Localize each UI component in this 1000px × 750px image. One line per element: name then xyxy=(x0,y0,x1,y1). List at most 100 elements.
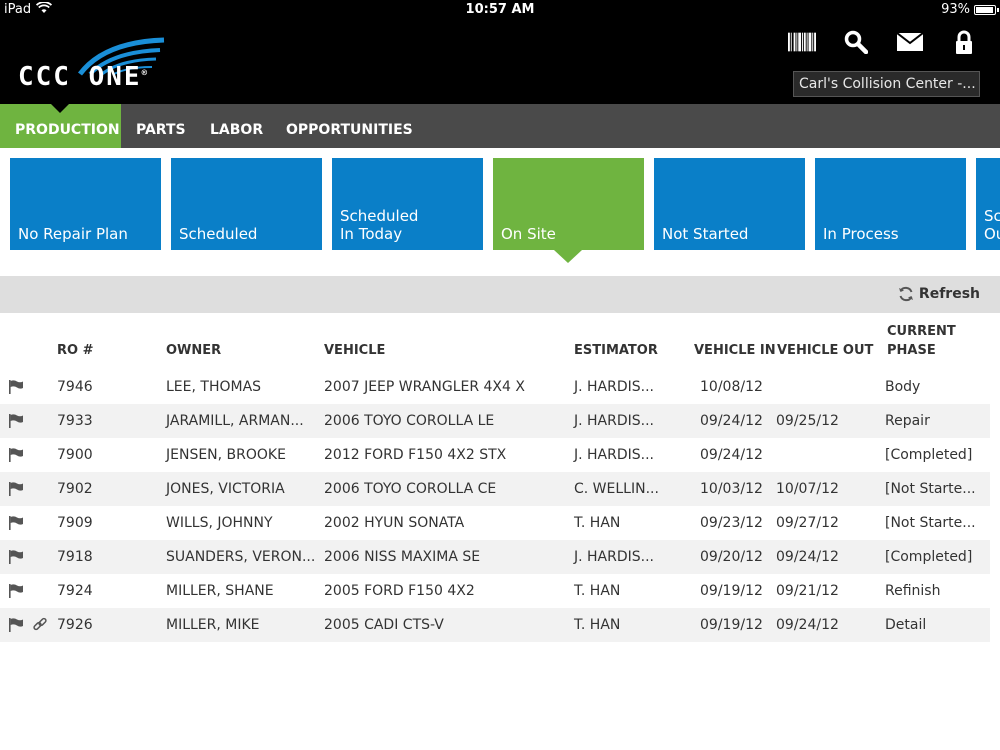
cell-owner-name: LEE, THOMAS xyxy=(166,379,262,395)
cell-vehicle: 2006 TOYO COROLLA LE xyxy=(324,413,495,429)
cell-estimator: T. HAN xyxy=(574,617,621,633)
tile-not-started[interactable]: Not Started xyxy=(654,158,805,250)
cell-current-phase: Detail xyxy=(885,617,927,633)
cell-vehicle: 2005 FORD F150 4X2 xyxy=(324,583,475,599)
cell-current-phase: Body xyxy=(885,379,921,395)
list-toolbar: Refresh xyxy=(0,276,1000,313)
cell-vehicle: 2007 JEEP WRANGLER 4X4 X xyxy=(324,379,525,395)
cell-ro-number: 7946 xyxy=(57,379,93,395)
nav-tab-label: PARTS xyxy=(136,122,186,138)
cell-current-phase: [Not Starte... xyxy=(885,481,976,497)
search-icon[interactable] xyxy=(842,28,870,56)
flag-icon[interactable] xyxy=(8,448,24,466)
flag-icon[interactable] xyxy=(8,550,24,568)
cell-ro-number: 7926 xyxy=(57,617,93,633)
flag-icon[interactable] xyxy=(8,380,24,398)
nav-tab-parts[interactable]: PARTS xyxy=(136,104,186,148)
table-row[interactable]: 7924 MILLER, SHANE 2005 FORD F150 4X2 T. HA… xyxy=(0,574,990,608)
active-tab-notch xyxy=(50,103,70,113)
cell-vehicle: 2005 CADI CTS-V xyxy=(324,617,444,633)
flag-icon[interactable] xyxy=(8,414,24,432)
cell-estimator: J. HARDIS... xyxy=(574,413,655,429)
active-tile-pointer xyxy=(554,250,582,263)
table-row[interactable]: 7902 JONES, VICTORIA 2006 TOYO COROLLA CE C… xyxy=(0,472,990,506)
tile-on-site[interactable]: On Site xyxy=(493,158,644,250)
cell-owner-name: SUANDERS, VERON... xyxy=(166,549,316,565)
cell-owner-name: JARAMILL, ARMAN... xyxy=(166,413,304,429)
cell-owner-name: JENSEN, BROOKE xyxy=(166,447,286,463)
cell-ro-number: 7933 xyxy=(57,413,93,429)
link-icon[interactable] xyxy=(32,617,48,637)
nav-tab-labor[interactable]: LABOR xyxy=(210,104,263,148)
column-header-owner[interactable]: OWNER xyxy=(166,341,221,360)
barcode-icon[interactable] xyxy=(788,28,816,56)
table-header: RO # OWNER VEHICLE ESTIMATOR VEHICLE IN … xyxy=(0,313,1000,370)
column-header-vehicle-out[interactable]: VEHICLE OUT xyxy=(777,341,873,360)
cell-current-phase: [Completed] xyxy=(885,447,973,463)
cell-vehicle-in-date: 10/03/12 xyxy=(700,481,763,497)
flag-icon[interactable] xyxy=(8,618,24,636)
table-row[interactable]: 7946 LEE, THOMAS 2007 JEEP WRANGLER 4X4 X J… xyxy=(0,370,990,404)
battery-icon xyxy=(974,5,999,15)
cell-current-phase: [Not Starte... xyxy=(885,515,976,531)
column-header-vehicle-in[interactable]: VEHICLE IN xyxy=(694,341,776,360)
cell-current-phase: Repair xyxy=(885,413,930,429)
tile-in-process[interactable]: In Process xyxy=(815,158,966,250)
cell-estimator: J. HARDIS... xyxy=(574,549,655,565)
cell-vehicle: 2002 HYUN SONATA xyxy=(324,515,465,531)
refresh-label: Refresh xyxy=(918,286,980,302)
flag-icon[interactable] xyxy=(8,482,24,500)
column-header-vehicle[interactable]: VEHICLE xyxy=(324,341,385,360)
table-row[interactable]: 7900 JENSEN, BROOKE 2012 FORD F150 4X2 STX… xyxy=(0,438,990,472)
nav-tab-production[interactable]: PRODUCTION xyxy=(0,103,121,148)
tile-scheduled[interactable]: Scheduled xyxy=(171,158,322,250)
column-header-estimator[interactable]: ESTIMATOR xyxy=(574,341,658,360)
table-row[interactable]: 7926 MILLER, MIKE 2005 CADI CTS-V T. HAN 09/… xyxy=(0,608,990,642)
cell-vehicle-out-date: 09/25/12 xyxy=(776,413,839,429)
cell-vehicle: 2012 FORD F150 4X2 STX xyxy=(324,447,507,463)
flag-icon[interactable] xyxy=(8,584,24,602)
nav-tab-opportunities[interactable]: OPPORTUNITIES xyxy=(286,104,413,148)
cell-ro-number: 7902 xyxy=(57,481,93,497)
flag-icon[interactable] xyxy=(8,516,24,534)
tile-no-repair-plan[interactable]: No Repair Plan xyxy=(10,158,161,250)
status-bar: iPad 10:57 AM 93% xyxy=(0,0,1000,20)
logo-text: CCC ONE xyxy=(18,62,142,92)
table-row[interactable]: 7933 JARAMILL, ARMAN... 2006 TOYO COROLLA … xyxy=(0,404,990,438)
column-header-current-phase[interactable]: CURRENT PHASE xyxy=(887,322,956,360)
cell-estimator: T. HAN xyxy=(574,515,621,531)
tile-label: Not Started xyxy=(662,225,749,243)
column-header-ro[interactable]: RO # xyxy=(57,341,93,360)
mail-icon[interactable] xyxy=(896,28,924,56)
refresh-button[interactable]: Refresh xyxy=(898,286,980,302)
main-nav: PRODUCTION PARTS LABOR OPPORTUNITIES xyxy=(0,103,1000,148)
cell-vehicle-in-date: 10/08/12 xyxy=(700,379,763,395)
location-select[interactable]: Carl's Collision Center -... xyxy=(793,71,980,97)
tile-scheduled-out[interactable]: Sc Ou xyxy=(976,158,1000,250)
cell-vehicle-in-date: 09/19/12 xyxy=(700,617,763,633)
lock-icon[interactable] xyxy=(950,28,978,56)
table-row[interactable]: 7909 WILLS, JOHNNY 2002 HYUN SONATA T. HAN 0… xyxy=(0,506,990,540)
cell-vehicle-in-date: 09/24/12 xyxy=(700,413,763,429)
cell-vehicle: 2006 NISS MAXIMA SE xyxy=(324,549,481,565)
refresh-icon xyxy=(898,286,913,302)
cell-ro-number: 7918 xyxy=(57,549,93,565)
battery-percent: 93% xyxy=(941,2,970,17)
cell-vehicle: 2006 TOYO COROLLA CE xyxy=(324,481,497,497)
cell-owner-name: JONES, VICTORIA xyxy=(166,481,285,497)
cell-ro-number: 7924 xyxy=(57,583,93,599)
cell-estimator: J. HARDIS... xyxy=(574,379,655,395)
tile-label: No Repair Plan xyxy=(18,225,128,243)
cell-vehicle-in-date: 09/20/12 xyxy=(700,549,763,565)
ccc-one-logo[interactable]: CCC ONE® xyxy=(18,34,178,94)
nav-tab-label: LABOR xyxy=(210,122,264,138)
tile-scheduled-in-today[interactable]: Scheduled In Today xyxy=(332,158,483,250)
header-actions xyxy=(788,28,978,56)
repair-orders-table: RO # OWNER VEHICLE ESTIMATOR VEHICLE IN … xyxy=(0,313,1000,642)
cell-estimator: J. HARDIS... xyxy=(574,447,655,463)
table-row[interactable]: 7918 SUANDERS, VERON... 2006 NISS MAXIMA S… xyxy=(0,540,990,574)
cell-vehicle-in-date: 09/23/12 xyxy=(700,515,763,531)
cell-owner-name: MILLER, SHANE xyxy=(166,583,274,599)
tile-label: Sc Ou xyxy=(984,207,1000,243)
cell-ro-number: 7900 xyxy=(57,447,93,463)
